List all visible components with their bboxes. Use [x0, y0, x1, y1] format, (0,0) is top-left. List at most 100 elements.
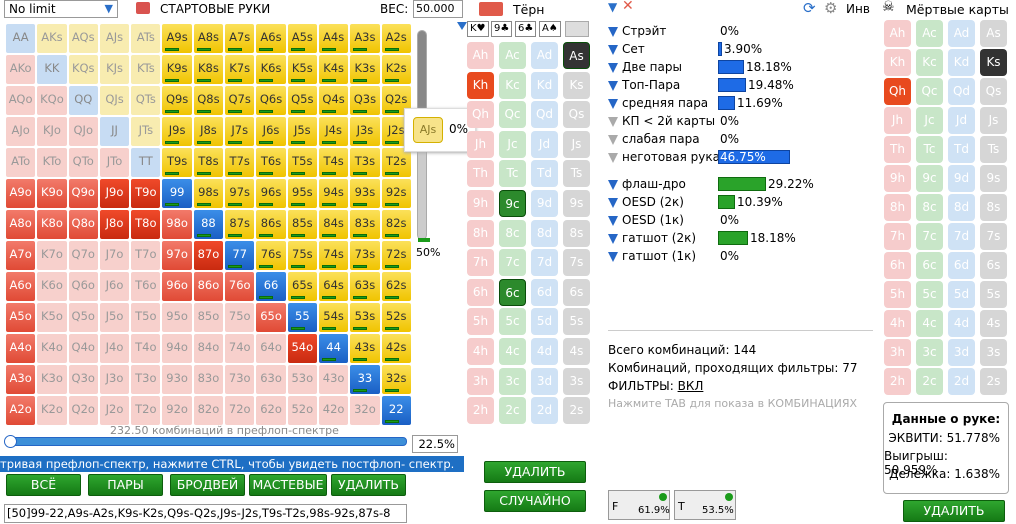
- hand-cell[interactable]: JTo: [98, 147, 131, 178]
- hand-cell[interactable]: QJo: [67, 116, 99, 147]
- flop-filter-button[interactable]: F 61.9%: [608, 490, 670, 520]
- hand-cell[interactable]: A4o: [5, 333, 37, 364]
- hand-cell[interactable]: A2o: [5, 395, 37, 426]
- hand-cell[interactable]: 66: [255, 271, 287, 302]
- dead-card[interactable]: Td: [948, 136, 975, 163]
- gear-icon[interactable]: ⚙: [824, 0, 837, 17]
- filter-icon[interactable]: [608, 251, 618, 262]
- limit-select[interactable]: No limit ▼: [4, 0, 118, 18]
- dead-delete-button[interactable]: УДАЛИТЬ: [903, 500, 1005, 522]
- turn-card[interactable]: 5d: [531, 308, 558, 336]
- hand-cell[interactable]: 22: [380, 395, 412, 426]
- hand-cell[interactable]: T3s: [349, 147, 381, 178]
- dead-card[interactable]: Qs: [980, 78, 1007, 105]
- stat-row[interactable]: гатшот (1к) 0%: [608, 247, 868, 265]
- hand-cell[interactable]: 32s: [380, 364, 412, 395]
- dead-card[interactable]: 9d: [948, 165, 975, 192]
- dead-card[interactable]: As: [980, 20, 1007, 47]
- turn-card[interactable]: 2d: [531, 397, 558, 425]
- dead-card[interactable]: 8c: [916, 194, 943, 221]
- hand-cell[interactable]: KTo: [36, 147, 68, 178]
- dead-card[interactable]: 4h: [884, 310, 911, 337]
- hand-cell[interactable]: 83s: [349, 209, 381, 240]
- hand-cell[interactable]: A9o: [5, 178, 37, 209]
- hand-cell[interactable]: K9o: [36, 178, 68, 209]
- turn-card[interactable]: 9s: [563, 190, 590, 217]
- stat-row[interactable]: Две пары 18.18%: [608, 58, 868, 76]
- hand-cell[interactable]: 98o: [161, 209, 193, 240]
- hand-cell[interactable]: T4o: [130, 333, 162, 364]
- hand-cell[interactable]: 82o: [192, 395, 225, 426]
- dead-card[interactable]: Ad: [948, 20, 975, 47]
- hand-cell[interactable]: 94s: [317, 178, 350, 209]
- hand-cell[interactable]: Q5s: [286, 85, 318, 116]
- hand-cell[interactable]: K8o: [36, 209, 68, 240]
- hand-cell[interactable]: Q4o: [67, 333, 99, 364]
- turn-card[interactable]: 5h: [467, 308, 494, 336]
- hand-cell[interactable]: A3o: [5, 364, 37, 395]
- hand-cell[interactable]: AQs: [67, 23, 99, 54]
- hand-cell[interactable]: J8s: [192, 116, 225, 147]
- dead-card[interactable]: Qh: [884, 78, 911, 105]
- hand-cell[interactable]: Q6s: [255, 85, 287, 116]
- hand-cell[interactable]: T8o: [130, 209, 162, 240]
- hand-cell[interactable]: 93s: [349, 178, 381, 209]
- hand-cell[interactable]: 94o: [161, 333, 193, 364]
- turn-filter-button[interactable]: T 53.5%: [674, 490, 736, 520]
- stat-row[interactable]: Стрэйт 0%: [608, 22, 868, 40]
- range-text-input[interactable]: [50]99-22,A9s-A2s,K9s-K2s,Q9s-Q2s,J9s-J2…: [4, 504, 407, 523]
- turn-card[interactable]: 2h: [467, 397, 494, 425]
- turn-card[interactable]: 9c: [499, 190, 526, 217]
- hand-cell[interactable]: 44: [317, 333, 350, 364]
- hand-cell[interactable]: Q6o: [67, 271, 99, 302]
- turn-card[interactable]: 3h: [467, 367, 494, 395]
- turn-card[interactable]: 4d: [531, 338, 558, 365]
- hand-cell[interactable]: T2o: [130, 395, 162, 426]
- turn-card[interactable]: Td: [531, 160, 558, 188]
- hand-cell[interactable]: KK: [36, 54, 68, 85]
- turn-card[interactable]: 6h: [467, 278, 494, 306]
- hand-cell[interactable]: A3s: [349, 23, 381, 54]
- dead-card[interactable]: Jc: [916, 107, 943, 134]
- dead-card[interactable]: Ts: [980, 136, 1007, 163]
- hand-cell[interactable]: K5o: [36, 302, 68, 333]
- dead-card[interactable]: 6c: [916, 252, 943, 279]
- dead-card[interactable]: 7c: [916, 223, 943, 250]
- hand-cell[interactable]: 92o: [161, 395, 193, 426]
- turn-card[interactable]: Kd: [531, 71, 558, 99]
- hand-cell[interactable]: J4s: [317, 116, 350, 147]
- hand-cell[interactable]: 55: [286, 302, 318, 333]
- dead-card[interactable]: Ac: [916, 20, 943, 47]
- turn-card[interactable]: Kh: [467, 71, 494, 99]
- filter-icon[interactable]: [608, 152, 618, 163]
- range-slider-handle[interactable]: [4, 435, 17, 448]
- hand-cell[interactable]: J4o: [98, 333, 131, 364]
- filter-icon[interactable]: [608, 179, 618, 190]
- dead-card[interactable]: Js: [980, 107, 1007, 134]
- filter-icon[interactable]: [608, 134, 618, 145]
- dead-card[interactable]: 7s: [980, 223, 1007, 250]
- turn-card[interactable]: 8h: [467, 219, 494, 247]
- hand-cell[interactable]: 75s: [286, 240, 318, 271]
- hand-cell[interactable]: KQo: [36, 85, 68, 116]
- stat-row[interactable]: КП < 2й карты 0%: [608, 112, 868, 130]
- hand-cell[interactable]: A2s: [380, 23, 412, 54]
- hand-cell[interactable]: KJo: [36, 116, 68, 147]
- stat-row[interactable]: Сет 3.90%: [608, 40, 868, 58]
- hand-cell[interactable]: T8s: [192, 147, 225, 178]
- turn-card[interactable]: Jc: [499, 130, 526, 158]
- filter-icon[interactable]: [608, 44, 618, 55]
- delete-range-button[interactable]: УДАЛИТЬ: [331, 474, 406, 496]
- dead-card[interactable]: 2d: [948, 368, 975, 395]
- hand-cell[interactable]: 65o: [255, 302, 287, 333]
- hand-cell[interactable]: A7s: [224, 23, 256, 54]
- hand-cell[interactable]: 86s: [255, 209, 287, 240]
- hand-cell[interactable]: 43s: [349, 333, 381, 364]
- turn-card[interactable]: 3s: [563, 367, 590, 395]
- turn-card[interactable]: 7s: [563, 249, 590, 277]
- hand-cell[interactable]: T5s: [286, 147, 318, 178]
- filter-icon[interactable]: [608, 98, 618, 109]
- turn-card[interactable]: 2s: [563, 397, 590, 425]
- stat-row[interactable]: OESD (2к) 10.39%: [608, 193, 868, 211]
- hand-cell[interactable]: J7s: [224, 116, 256, 147]
